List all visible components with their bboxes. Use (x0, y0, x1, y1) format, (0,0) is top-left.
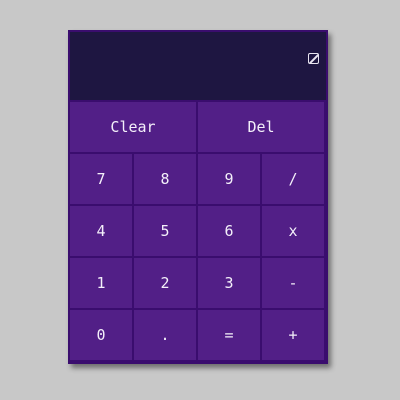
subtract-button[interactable]: - (262, 258, 324, 308)
multiply-button[interactable]: x (262, 206, 324, 256)
divide-button[interactable]: / (262, 154, 324, 204)
calculator: Clear Del 7 8 9 / 4 5 6 x 1 2 3 - 0 . = … (68, 30, 328, 364)
decimal-button[interactable]: . (134, 310, 196, 360)
digit-2-button[interactable]: 2 (134, 258, 196, 308)
digit-9-button[interactable]: 9 (198, 154, 260, 204)
digit-6-button[interactable]: 6 (198, 206, 260, 256)
digit-0-button[interactable]: 0 (70, 310, 132, 360)
display (70, 32, 326, 100)
digit-5-button[interactable]: 5 (134, 206, 196, 256)
digit-8-button[interactable]: 8 (134, 154, 196, 204)
digit-4-button[interactable]: 4 (70, 206, 132, 256)
delete-button[interactable]: Del (198, 102, 324, 152)
add-button[interactable]: + (262, 310, 324, 360)
clear-button[interactable]: Clear (70, 102, 196, 152)
square-slash-icon[interactable] (308, 53, 319, 64)
equals-button[interactable]: = (198, 310, 260, 360)
digit-3-button[interactable]: 3 (198, 258, 260, 308)
keypad: Clear Del 7 8 9 / 4 5 6 x 1 2 3 - 0 . = … (70, 102, 326, 362)
digit-1-button[interactable]: 1 (70, 258, 132, 308)
digit-7-button[interactable]: 7 (70, 154, 132, 204)
